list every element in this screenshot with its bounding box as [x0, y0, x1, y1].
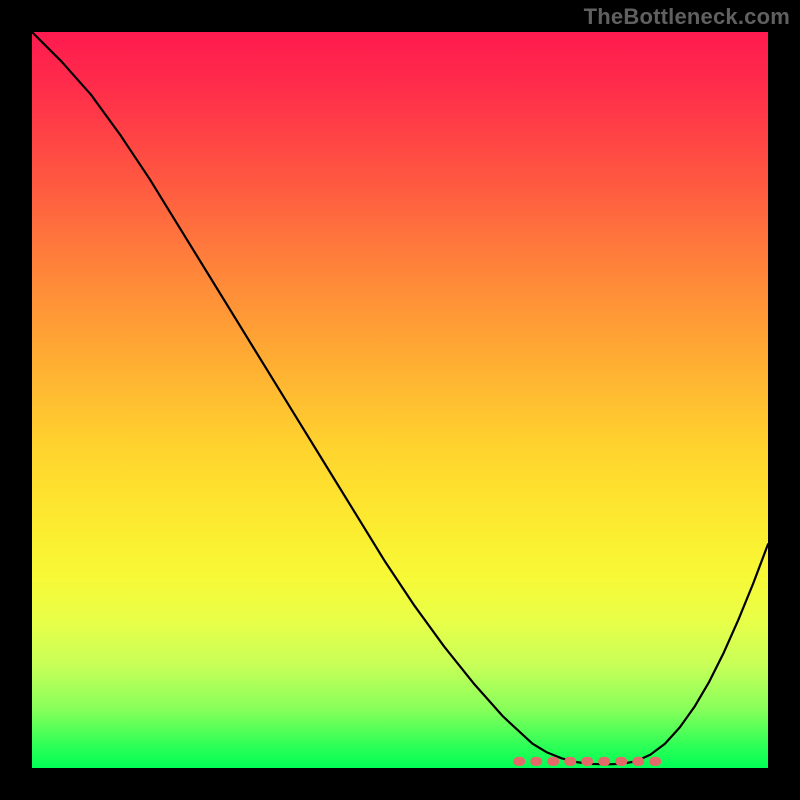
chart-plot-area: [32, 32, 768, 768]
watermark-text: TheBottleneck.com: [584, 4, 790, 30]
chart-curve-layer: [32, 32, 768, 768]
bottleneck-curve: [32, 32, 768, 764]
